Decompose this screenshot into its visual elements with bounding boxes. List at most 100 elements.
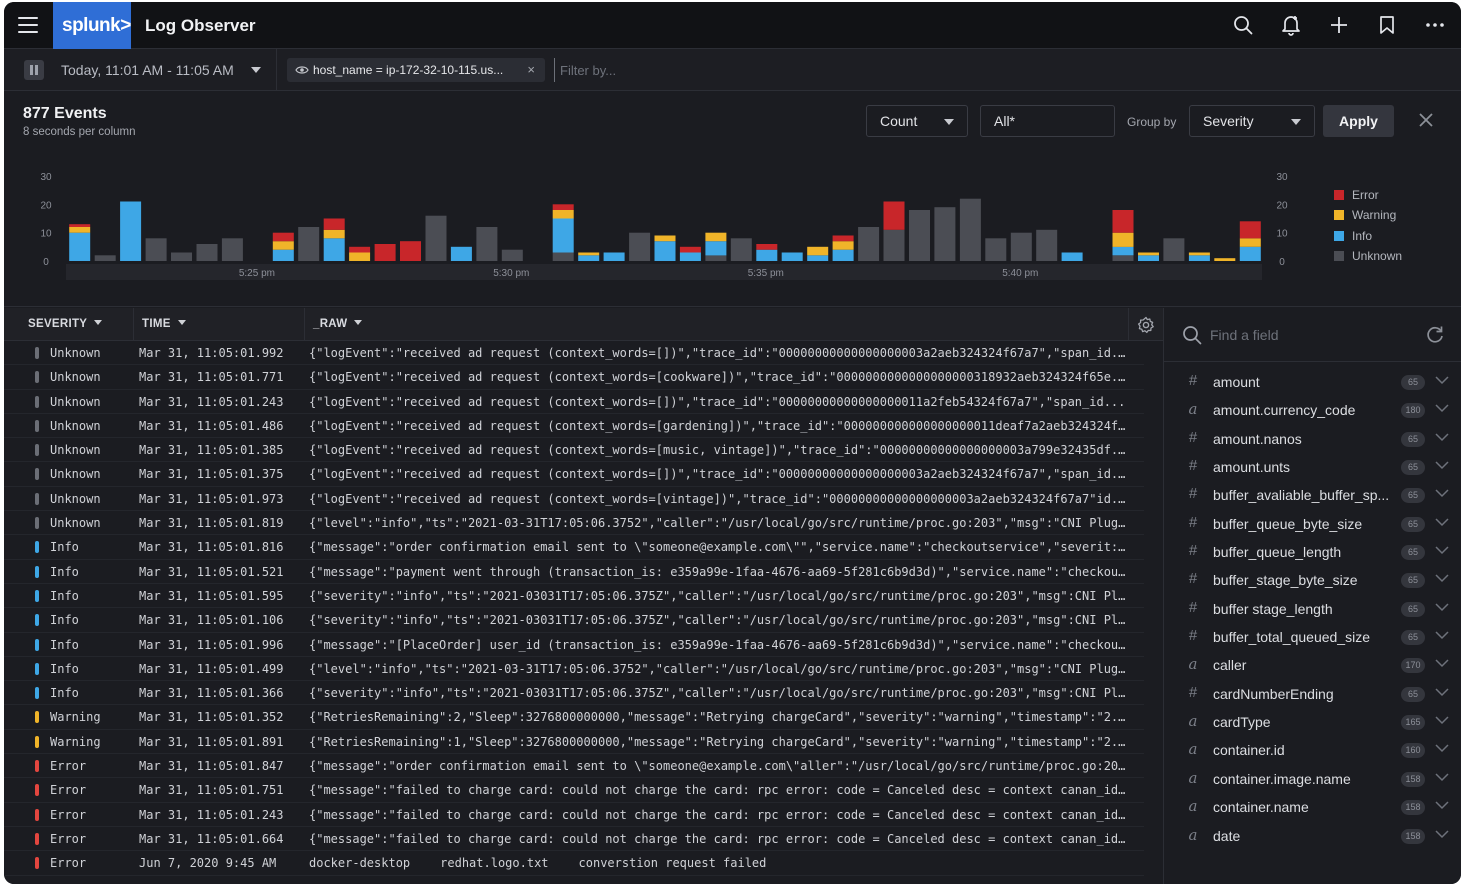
bar-segment-info[interactable] [781, 252, 803, 262]
bar-segment-warning[interactable] [1239, 238, 1261, 247]
find-field-input[interactable] [1210, 324, 1420, 346]
bar-segment-unknown[interactable] [94, 255, 116, 261]
column-header-time[interactable]: TIME [142, 308, 186, 341]
bar-segment-info[interactable] [679, 252, 701, 262]
chevron-down-icon[interactable] [1435, 715, 1449, 725]
bar-segment-info[interactable] [120, 201, 142, 262]
table-row[interactable]: Info Mar 31, 11:05:01.521 {"message":"paym… [4, 560, 1144, 584]
bar-segment-unknown[interactable] [171, 252, 192, 262]
add-icon[interactable] [1327, 13, 1351, 37]
bar-segment-info[interactable] [552, 218, 574, 253]
bar-segment-warning[interactable] [705, 232, 727, 242]
bar-segment-error[interactable] [374, 244, 396, 261]
table-row[interactable]: Unknown Mar 31, 11:05:01.486 {"logEvent":"… [4, 414, 1144, 439]
bar-segment-info[interactable] [654, 241, 676, 261]
bar-segment-unknown[interactable] [501, 249, 523, 261]
bar-segment-info[interactable] [1112, 246, 1134, 256]
table-row[interactable]: Unknown Mar 31, 11:05:01.385 {"logEvent":"… [4, 438, 1144, 463]
chevron-down-icon[interactable] [1435, 743, 1449, 753]
bar-segment-error[interactable] [272, 232, 294, 242]
bar-segment-error[interactable] [883, 201, 905, 230]
chevron-down-icon[interactable] [1435, 545, 1449, 555]
bar-segment-unknown[interactable] [985, 238, 1007, 261]
bar-segment-warning[interactable] [349, 252, 371, 262]
eye-icon[interactable] [295, 64, 309, 76]
bar-segment-info[interactable] [832, 249, 854, 261]
bar-segment-unknown[interactable] [629, 232, 651, 261]
chevron-down-icon[interactable] [251, 67, 261, 73]
table-row[interactable]: Info Mar 31, 11:05:01.816 {"message":"orde… [4, 535, 1144, 560]
chevron-down-icon[interactable] [1435, 630, 1449, 640]
field-item[interactable]: # amount.nanos 65 [1164, 425, 1461, 453]
notification-bell-icon[interactable] [1279, 13, 1303, 37]
bookmark-icon[interactable] [1375, 13, 1399, 37]
bar-segment-warning[interactable] [1112, 232, 1134, 247]
table-row[interactable]: Error Jun 7, 2020 9:45 AM docker-desktop re… [4, 851, 1144, 876]
bar-segment-warning[interactable] [578, 252, 600, 256]
bar-segment-unknown[interactable] [883, 229, 905, 261]
bar-segment-unknown[interactable] [909, 210, 930, 261]
field-item[interactable]: a container.name 158 [1164, 793, 1461, 821]
chevron-down-icon[interactable] [1435, 403, 1449, 413]
legend-item[interactable]: Error [1334, 185, 1402, 205]
bar-segment-unknown[interactable] [705, 255, 727, 261]
chevron-down-icon[interactable] [1435, 573, 1449, 583]
bar-segment-info[interactable] [1239, 246, 1261, 261]
chevron-down-icon[interactable] [1435, 687, 1449, 697]
splunk-logo[interactable]: splunk> [53, 2, 131, 49]
bar-segment-unknown[interactable] [552, 252, 574, 262]
refresh-icon[interactable] [1425, 325, 1445, 345]
bar-segment-info[interactable] [69, 232, 91, 261]
chevron-down-icon[interactable] [1435, 772, 1449, 782]
field-item[interactable]: # buffer_total_queued_size 65 [1164, 623, 1461, 651]
bar-segment-error[interactable] [832, 235, 854, 242]
bar-segment-error[interactable] [323, 218, 345, 230]
table-row[interactable]: Unknown Mar 31, 11:05:01.992 {"logEvent":"… [4, 341, 1144, 366]
bar-segment-warning[interactable] [832, 241, 854, 250]
bar-segment-error[interactable] [1239, 221, 1261, 239]
bar-segment-info[interactable] [272, 249, 294, 261]
table-row[interactable]: Error Mar 31, 11:05:01.243 {"message":"fai… [4, 803, 1144, 827]
bar-segment-unknown[interactable] [145, 238, 167, 261]
bar-segment-warning[interactable] [552, 210, 574, 219]
bar-segment-info[interactable] [1188, 255, 1210, 261]
table-row[interactable]: Info Mar 31, 11:05:01.366 {"severity":"inf… [4, 681, 1144, 706]
time-range-picker[interactable]: Today, 11:01 AM - 11:05 AM [61, 62, 234, 78]
bar-segment-unknown[interactable] [934, 207, 956, 261]
bar-segment-error[interactable] [1112, 210, 1134, 233]
column-header-raw[interactable]: _RAW [313, 308, 363, 341]
field-item[interactable]: a caller 170 [1164, 651, 1461, 679]
menu-icon[interactable] [18, 17, 38, 33]
pause-button[interactable] [24, 60, 44, 80]
bar-segment-warning[interactable] [272, 241, 294, 250]
bar-segment-info[interactable] [450, 246, 472, 261]
chevron-down-icon[interactable] [1435, 517, 1449, 527]
table-row[interactable]: Error Mar 31, 11:05:01.847 {"message":"ord… [4, 754, 1144, 779]
field-item[interactable]: # buffer_avaliable_buffer_sp... 65 [1164, 481, 1461, 509]
bar-segment-unknown[interactable] [425, 215, 447, 261]
table-row[interactable]: Info Mar 31, 11:05:01.996 {"message":"[Pla… [4, 633, 1144, 657]
chevron-down-icon[interactable] [1435, 488, 1449, 498]
search-icon[interactable] [1231, 13, 1255, 37]
bar-segment-info[interactable] [323, 238, 345, 261]
table-row[interactable]: Unknown Mar 31, 11:05:01.771 {"logEvent":"… [4, 365, 1144, 390]
chevron-down-icon[interactable] [1435, 375, 1449, 385]
more-options-icon[interactable] [1423, 13, 1447, 37]
bar-segment-warning[interactable] [807, 246, 829, 256]
gear-icon[interactable] [1137, 316, 1155, 334]
field-item[interactable]: # amount.unts 65 [1164, 453, 1461, 481]
field-item[interactable]: # amount 65 [1164, 368, 1461, 396]
bar-segment-unknown[interactable] [1112, 255, 1134, 261]
bar-segment-warning[interactable] [1188, 252, 1210, 256]
field-item[interactable]: a amount.currency_code 180 [1164, 396, 1461, 424]
bar-segment-info[interactable] [807, 255, 829, 261]
field-item[interactable]: a cardType 165 [1164, 708, 1461, 736]
bar-segment-warning[interactable] [1214, 258, 1236, 261]
bar-segment-warning[interactable] [1138, 252, 1159, 256]
field-item[interactable]: a container.id 160 [1164, 736, 1461, 764]
field-item[interactable]: # buffer_queue_byte_size 65 [1164, 510, 1461, 538]
bar-segment-unknown[interactable] [221, 238, 243, 261]
bar-segment-unknown[interactable] [959, 198, 981, 261]
table-row[interactable]: Warning Mar 31, 11:05:01.352 {"RetriesRema… [4, 705, 1144, 730]
table-row[interactable]: Unknown Mar 31, 11:05:01.375 {"logEvent":"… [4, 462, 1144, 487]
